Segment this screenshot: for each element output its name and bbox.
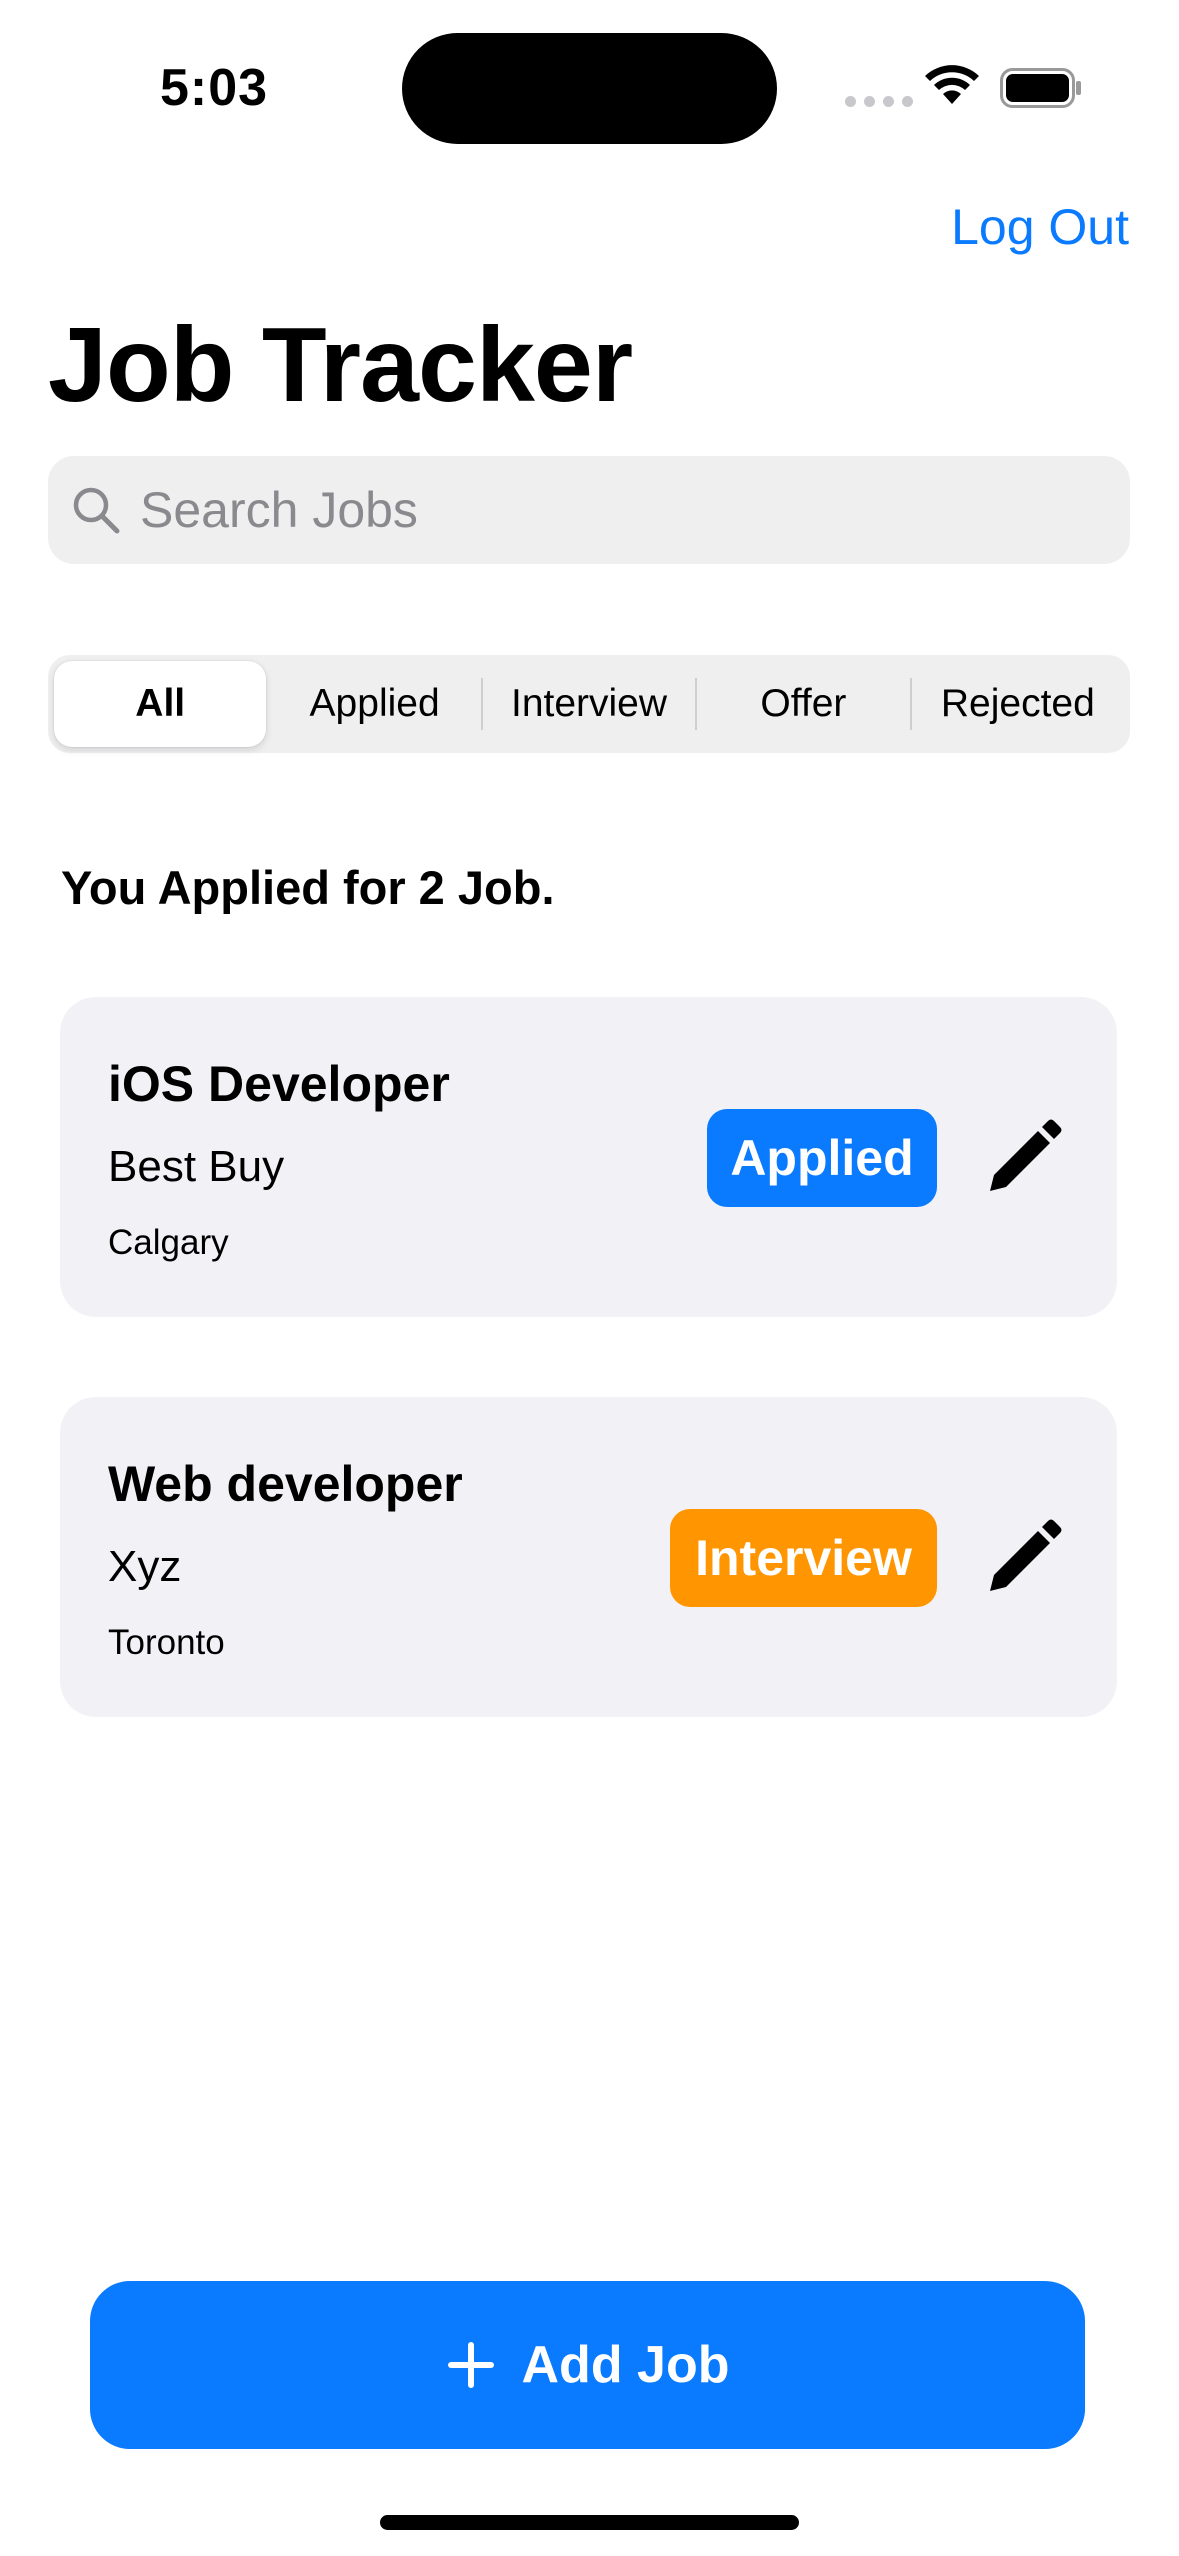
job-title: iOS Developer (108, 1056, 450, 1112)
dynamic-island (402, 33, 777, 144)
status-badge[interactable]: Interview (670, 1509, 937, 1607)
status-time: 5:03 (160, 59, 269, 117)
job-company: Best Buy (108, 1142, 285, 1191)
status-badge[interactable]: Applied (707, 1109, 937, 1207)
page-title: Job Tracker (48, 306, 633, 424)
job-title: Web developer (108, 1456, 463, 1512)
logout-button[interactable]: Log Out (951, 198, 1129, 256)
search-bar[interactable] (48, 456, 1130, 564)
plus-icon (447, 2342, 494, 2388)
battery-icon (1000, 68, 1081, 108)
job-location: Calgary (108, 1223, 229, 1262)
cellular-signal-icon (845, 96, 913, 107)
pencil-edit-icon[interactable] (980, 1515, 1066, 1601)
segment-interview[interactable]: Interview (483, 661, 695, 747)
screen: 5:03 Log Out Job Tracker All Applied Int… (0, 0, 1179, 2556)
job-card[interactable]: Web developer Xyz Toronto Interview (60, 1397, 1117, 1717)
search-icon (73, 487, 120, 534)
segment-offer[interactable]: Offer (697, 661, 909, 747)
search-input[interactable] (140, 481, 1040, 539)
home-indicator (380, 2515, 799, 2530)
segment-all[interactable]: All (54, 661, 267, 747)
wifi-icon (925, 65, 979, 104)
segment-applied[interactable]: Applied (268, 661, 480, 747)
pencil-edit-icon[interactable] (980, 1115, 1066, 1201)
applied-count-summary: You Applied for 2 Job. (61, 861, 555, 914)
add-job-button[interactable]: Add Job (90, 2281, 1085, 2449)
job-card[interactable]: iOS Developer Best Buy Calgary Applied (60, 997, 1117, 1317)
add-job-label: Add Job (521, 2336, 730, 2394)
segment-rejected[interactable]: Rejected (912, 661, 1124, 747)
job-company: Xyz (108, 1542, 182, 1591)
status-filter-segmented-control: All Applied Interview Offer Rejected (48, 655, 1130, 753)
job-location: Toronto (108, 1623, 225, 1662)
